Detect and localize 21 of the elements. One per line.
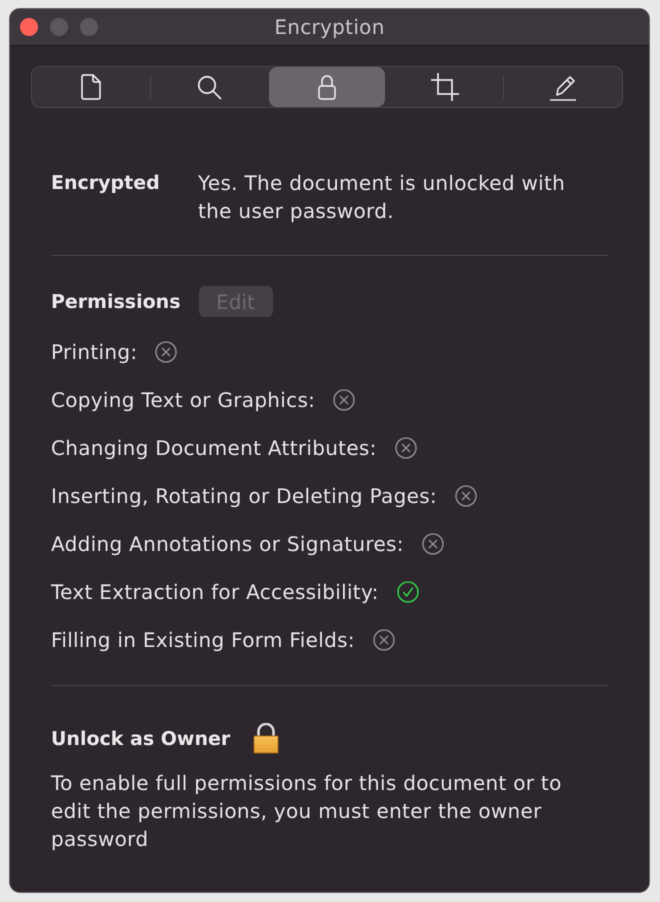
- padlock-icon: [253, 723, 280, 754]
- permissions-heading: Permissions: [51, 290, 181, 314]
- permission-label: Adding Annotations or Signatures:: [51, 531, 404, 558]
- encrypted-label: Encrypted: [51, 171, 161, 196]
- unlock-instructions-text: To enable full permissions for this document or to edit the permissions, you must enter the owner password: [51, 770, 563, 853]
- close-button[interactable]: [20, 18, 38, 36]
- permission-label: Copying Text or Graphics:: [51, 387, 316, 414]
- lock-icon: [318, 74, 336, 100]
- document-icon: [81, 74, 102, 100]
- search-icon: [196, 74, 222, 100]
- permission-label: Inserting, Rotating or Deleting Pages:: [51, 483, 437, 510]
- permission-label: Filling in Existing Form Fields:: [51, 627, 355, 654]
- permission-label: Printing:: [51, 339, 138, 366]
- permission-label: Text Extraction for Accessibility:: [51, 579, 379, 606]
- unlock-heading: Unlock as Owner: [51, 726, 230, 752]
- pencil-icon: [548, 73, 577, 101]
- crop-icon: [430, 73, 459, 101]
- lock-tab[interactable]: [268, 67, 386, 107]
- window-title: Encryption: [274, 15, 385, 39]
- permission-label: Changing Document Attributes:: [51, 435, 377, 462]
- encryption-status-text: Yes. The document is unlocked with the user password.: [198, 170, 566, 225]
